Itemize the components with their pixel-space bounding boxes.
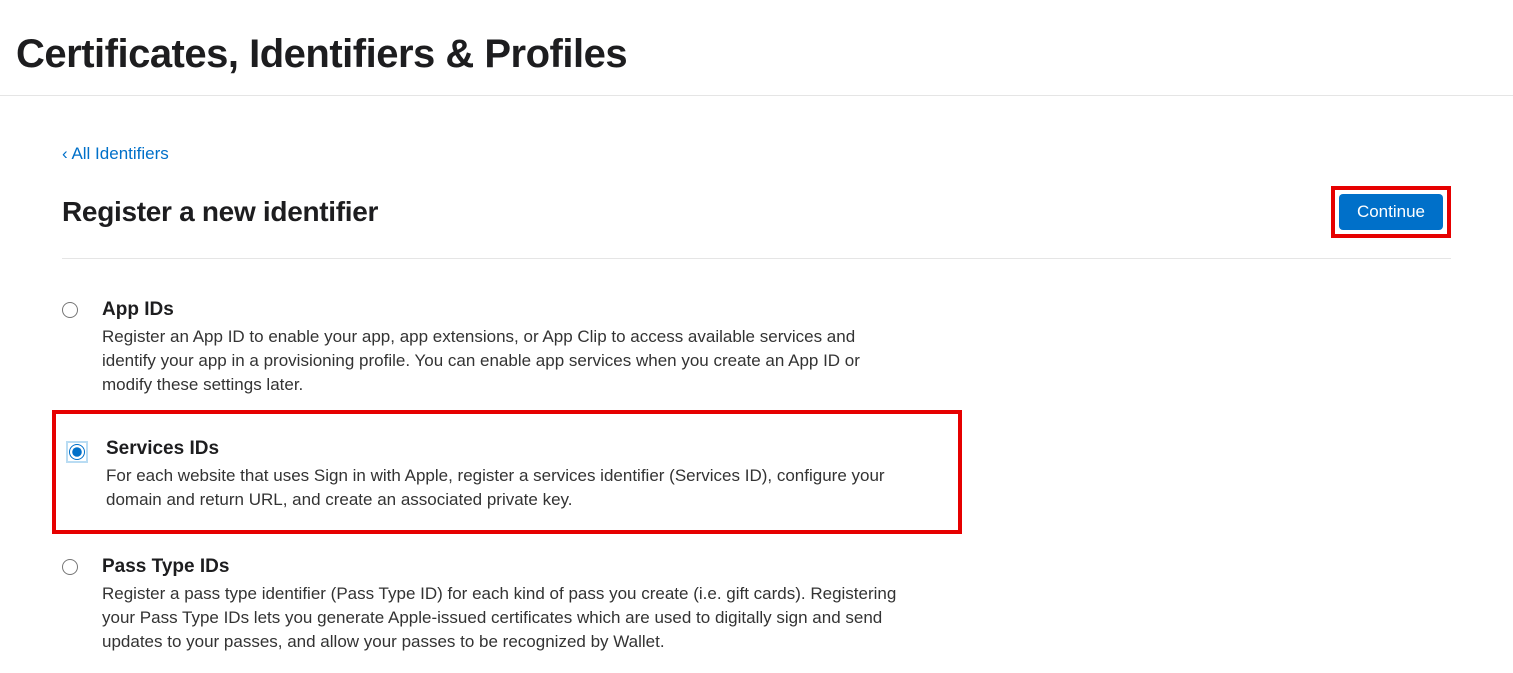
- option-body: App IDs Register an App ID to enable you…: [102, 299, 912, 396]
- content-area: ‹ All Identifiers Register a new identif…: [0, 96, 1513, 673]
- option-title: App IDs: [102, 299, 912, 321]
- option-description: Register an App ID to enable your app, a…: [102, 325, 912, 396]
- continue-button[interactable]: Continue: [1339, 194, 1443, 230]
- continue-button-highlight: Continue: [1331, 186, 1451, 238]
- back-link-all-identifiers[interactable]: ‹ All Identifiers: [62, 144, 169, 164]
- option-app-ids[interactable]: App IDs Register an App ID to enable you…: [62, 289, 1451, 416]
- radio-focus-ring: [66, 441, 88, 463]
- option-description: For each website that uses Sign in with …: [106, 464, 916, 512]
- option-description: Register a pass type identifier (Pass Ty…: [102, 582, 912, 653]
- subheader-title: Register a new identifier: [62, 196, 378, 228]
- radio-cell: [62, 556, 102, 580]
- option-pass-type-ids[interactable]: Pass Type IDs Register a pass type ident…: [62, 546, 1451, 673]
- radio-cell: [66, 438, 106, 465]
- radio-cell: [62, 299, 102, 323]
- option-services-ids-highlight: Services IDs For each website that uses …: [52, 410, 962, 534]
- option-body: Pass Type IDs Register a pass type ident…: [102, 556, 912, 653]
- page-title: Certificates, Identifiers & Profiles: [16, 32, 1497, 77]
- option-title: Pass Type IDs: [102, 556, 912, 578]
- subheader-row: Register a new identifier Continue: [62, 186, 1451, 259]
- radio-services-ids[interactable]: [69, 444, 85, 460]
- option-services-ids[interactable]: Services IDs For each website that uses …: [66, 438, 948, 512]
- radio-pass-type-ids[interactable]: [62, 559, 78, 575]
- option-title: Services IDs: [106, 438, 916, 460]
- identifier-options-list: App IDs Register an App ID to enable you…: [62, 289, 1451, 673]
- option-body: Services IDs For each website that uses …: [106, 438, 916, 512]
- radio-app-ids[interactable]: [62, 302, 78, 318]
- page-header: Certificates, Identifiers & Profiles: [0, 0, 1513, 96]
